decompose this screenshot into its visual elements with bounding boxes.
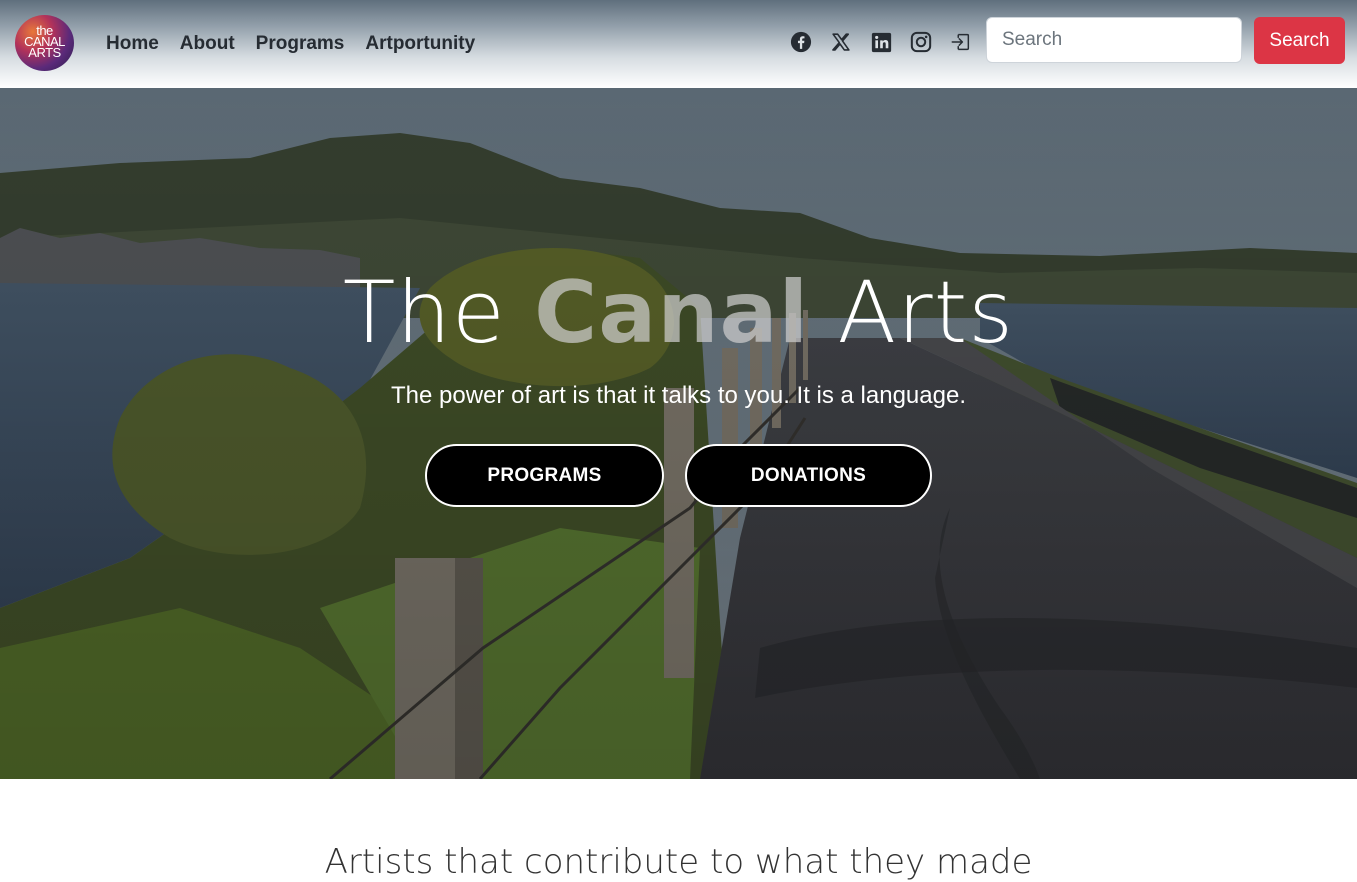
search-input[interactable] — [986, 17, 1242, 63]
social-links — [790, 30, 972, 54]
hero-background-image — [0, 88, 1357, 779]
nav-link-programs[interactable]: Programs — [256, 32, 345, 56]
logo-text: the CANAL ARTS — [24, 23, 65, 60]
nav-link-home[interactable]: Home — [106, 32, 159, 56]
site-logo[interactable]: the CANAL ARTS — [15, 15, 74, 71]
navbar: the CANAL ARTS Home About Programs Artpo… — [0, 0, 1357, 88]
hero-title-part1: The — [342, 263, 535, 363]
facebook-icon[interactable] — [790, 30, 812, 54]
main-nav: Home About Programs Artportunity — [106, 32, 475, 56]
donations-button[interactable]: DONATIONS — [685, 444, 932, 507]
login-icon[interactable] — [950, 30, 972, 54]
instagram-icon[interactable] — [910, 30, 932, 54]
nav-link-artportunity[interactable]: Artportunity — [365, 32, 475, 56]
hero-subtitle: The power of art is that it talks to you… — [391, 382, 966, 409]
section-intro-heading: Artists that contribute to what they mad… — [324, 842, 1033, 882]
hero-title: The Canal Arts — [0, 268, 1357, 358]
nav-link-about[interactable]: About — [180, 32, 235, 56]
hero-title-accent: Canal — [534, 263, 810, 363]
linkedin-icon[interactable] — [870, 30, 892, 54]
hero-title-part2: Arts — [809, 263, 1015, 363]
x-twitter-icon[interactable] — [830, 30, 852, 54]
programs-button[interactable]: PROGRAMS — [425, 444, 664, 507]
search-button[interactable]: Search — [1254, 17, 1345, 64]
hero-section: The Canal Arts The power of art is that … — [0, 88, 1357, 779]
